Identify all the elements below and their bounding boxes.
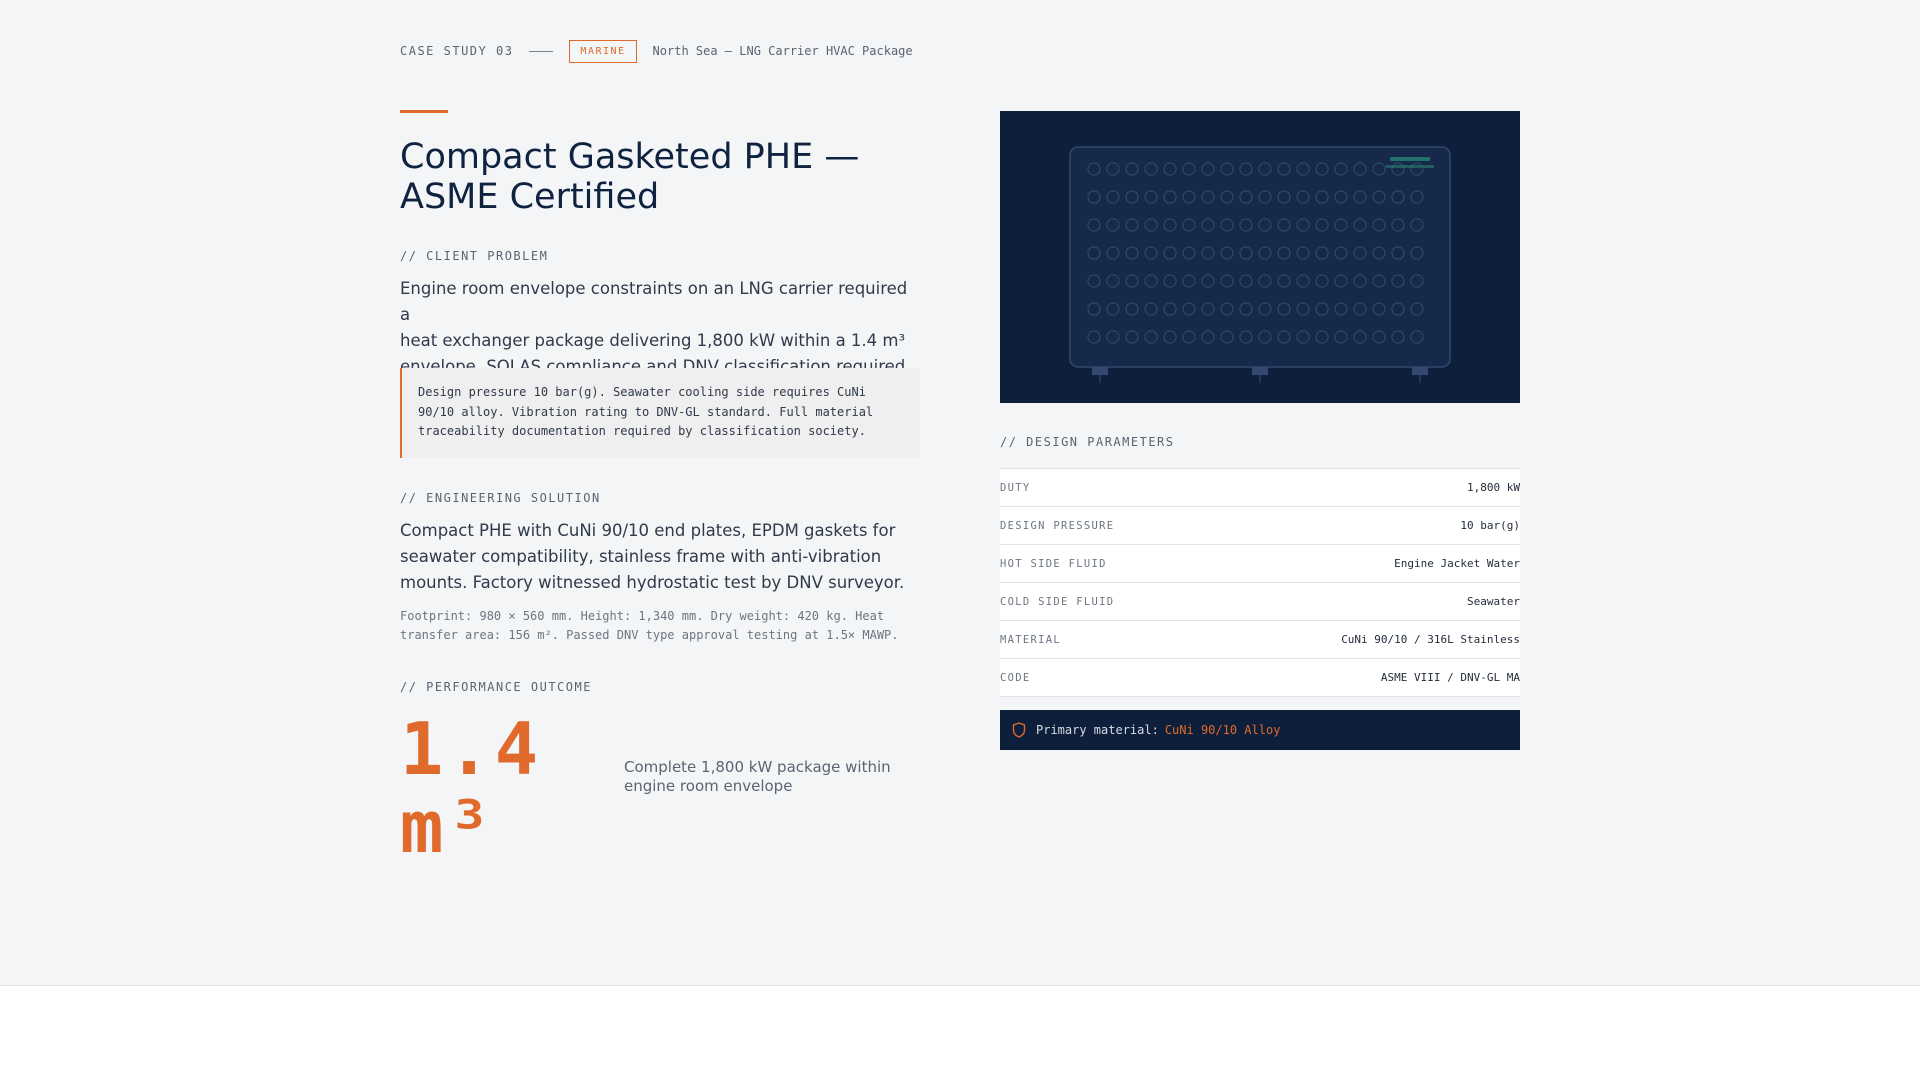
outcome-value: 1.4 m³ [400,710,542,866]
engineering-specs: Footprint: 980 × 560 mm. Height: 1,340 m… [400,607,930,645]
text-line: Engine room envelope constraints on an L… [400,279,908,324]
plate-heat-exchanger-diagram [1069,146,1451,383]
client-problem-note: Design pressure 10 bar(g). Seawater cool… [400,368,920,458]
note-line: Design pressure 10 bar(g). Seawater cool… [418,385,866,399]
performance-outcome-label: // PERFORMANCE OUTCOME [400,680,592,694]
text-line: heat exchanger package delivering 1,800 … [400,331,906,350]
case-study-label: CASE STUDY 03 [400,44,514,58]
primary-material-value: CuNi 90/10 Alloy [1164,723,1281,737]
case-study-page: CASE STUDY 03 MARINE North Sea — LNG Car… [0,0,1920,986]
status-indicator [1386,165,1434,168]
case-study-header: CASE STUDY 03 MARINE North Sea — LNG Car… [400,38,913,64]
title-line: Compact Gasketed PHE — [400,137,860,177]
parameter-value: Engine Jacket Water [1394,557,1520,570]
parameter-label: MATERIAL [1000,633,1061,646]
design-parameters-label: // DESIGN PARAMETERS [1000,435,1175,449]
engineering-solution-label: // ENGINEERING SOLUTION [400,491,601,505]
parameter-label: COLD SIDE FLUID [1000,595,1115,608]
table-row: DUTY 1,800 kW [1000,469,1520,507]
parameter-label: CODE [1000,671,1031,684]
status-indicator [1390,157,1430,161]
outcome-line: Complete 1,800 kW package within [624,758,891,776]
mount-foot [1412,367,1428,375]
table-row: COLD SIDE FLUID Seawater [1000,583,1520,621]
outcome-value-unit: m³ [400,785,495,869]
parameter-label: DUTY [1000,481,1031,494]
parameter-label: HOT SIDE FLUID [1000,557,1107,570]
text-line: mounts. Factory witnessed hydrostatic te… [400,573,905,592]
table-row: HOT SIDE FLUID Engine Jacket Water [1000,545,1520,583]
table-row: MATERIAL CuNi 90/10 / 316L Stainless [1000,621,1520,659]
mount-foot [1252,367,1268,375]
title-line: ASME Certified [400,177,660,217]
shield-icon [1012,722,1026,738]
primary-material-bar: Primary material: CuNi 90/10 Alloy [1000,710,1520,750]
parameter-value: 10 bar(g) [1460,519,1520,532]
spec-line: Footprint: 980 × 560 mm. Height: 1,340 m… [400,609,885,623]
outcome-description: Complete 1,800 kW package within engine … [624,758,904,796]
case-study-content: Compact Gasketed PHE — ASME Certified //… [400,110,920,866]
title-accent-bar [400,110,448,113]
outcome-line: engine room envelope [624,777,793,795]
note-line: 90/10 alloy. Vibration rating to DNV-GL … [418,404,874,419]
header-divider [529,50,554,52]
heat-exchanger-illustration [1000,111,1520,403]
parameter-label: DESIGN PRESSURE [1000,519,1115,532]
client-problem-text: Engine room envelope constraints on an L… [400,276,920,380]
engineering-solution-text: Compact PHE with CuNi 90/10 end plates, … [400,518,920,596]
mount-foot [1092,367,1108,375]
note-line: traceability documentation required by c… [418,424,866,438]
primary-material-label: Primary material: [1036,723,1159,737]
project-location: North Sea — LNG Carrier HVAC Package [652,44,913,58]
design-parameters-table: DUTY 1,800 kW DESIGN PRESSURE 10 bar(g) … [1000,468,1520,697]
page-title: Compact Gasketed PHE — ASME Certified [400,137,920,217]
spec-line: transfer area: 156 m². Passed DNV type a… [400,628,899,642]
table-row: DESIGN PRESSURE 10 bar(g) [1000,507,1520,545]
parameter-value: ASME VIII / DNV-GL MA [1380,671,1520,684]
case-study-sidebar: // DESIGN PARAMETERS DUTY 1,800 kW DESIG… [1000,111,1520,750]
parameter-value: Seawater [1467,595,1520,608]
parameter-value: CuNi 90/10 / 316L Stainless [1341,633,1520,646]
client-problem-label: // CLIENT PROBLEM [400,249,549,263]
text-line: Compact PHE with CuNi 90/10 end plates, … [400,521,896,540]
sector-tag[interactable]: MARINE [569,39,637,63]
text-line: seawater compatibility, stainless frame … [400,547,882,566]
outcome-value-number: 1.4 [400,707,543,791]
table-row: CODE ASME VIII / DNV-GL MA [1000,659,1520,697]
parameter-value: 1,800 kW [1467,481,1520,494]
